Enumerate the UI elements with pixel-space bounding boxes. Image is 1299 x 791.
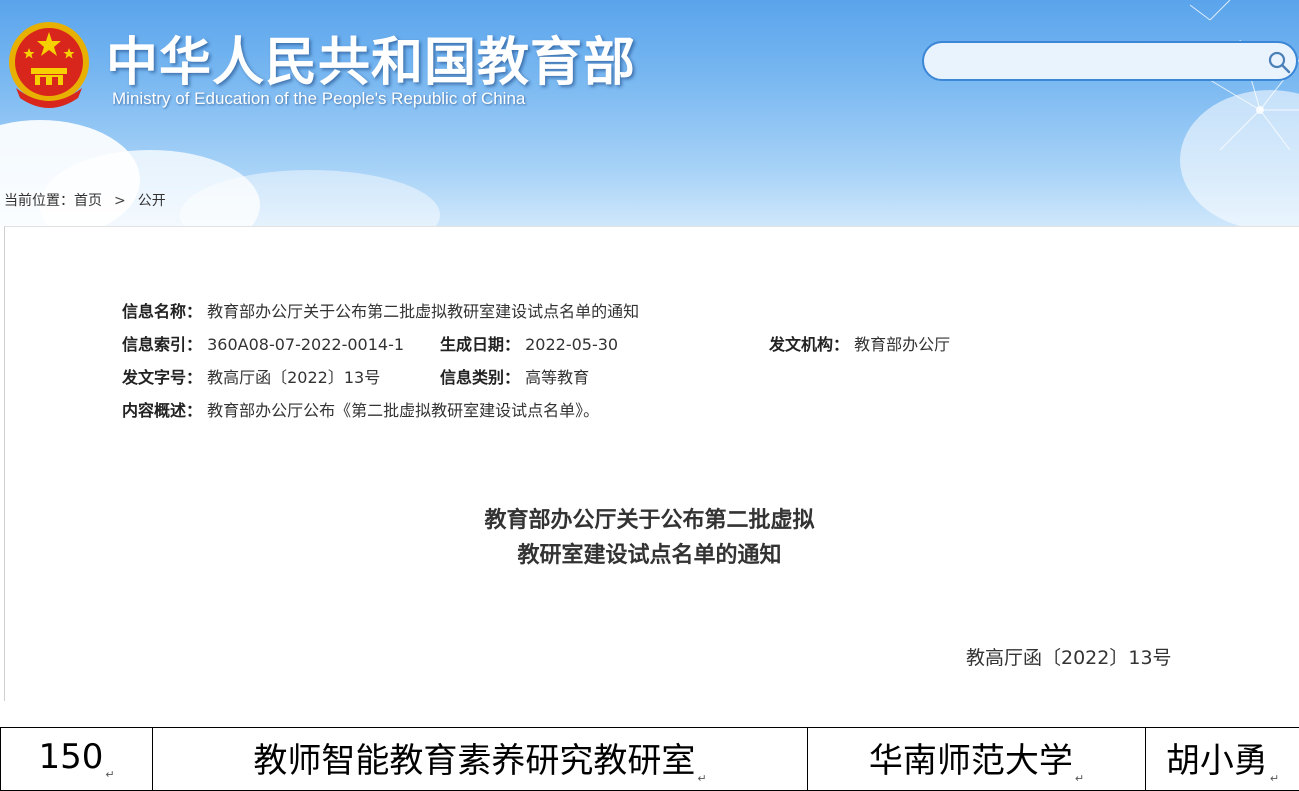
document-title-line2: 教研室建设试点名单的通知 <box>0 539 1299 573</box>
site-header-banner: 中华人民共和国教育部 Ministry of Education of the … <box>0 0 1299 226</box>
return-mark-icon: ↵ <box>697 772 706 785</box>
document-number: 教高厅函〔2022〕13号 <box>966 643 1172 670</box>
table-cell-leader: 胡小勇↵ <box>1146 728 1299 791</box>
pilot-list-table: 150↵ 教师智能教育素养研究教研室↵ 华南师范大学↵ 胡小勇↵ <box>0 727 1299 791</box>
meta-date-value: 2022-05-30 <box>525 335 618 354</box>
cell-text: 教师智能教育素养研究教研室 <box>253 741 695 781</box>
site-title[interactable]: 中华人民共和国教育部 <box>106 20 636 95</box>
meta-docno-row: 发文字号： 教高厅函〔2022〕13号 <box>122 364 380 388</box>
breadcrumb-separator-icon: > <box>114 193 126 209</box>
return-mark-icon: ↵ <box>1075 772 1084 785</box>
cell-text: 华南师范大学 <box>869 741 1073 781</box>
meta-summary-row: 内容概述： 教育部办公厅公布《第二批虚拟教研室建设试点名单》。 <box>122 397 599 421</box>
meta-index-value: 360A08-07-2022-0014-1 <box>207 335 404 354</box>
meta-date-row: 生成日期： 2022-05-30 <box>440 331 618 355</box>
meta-index-label: 信息索引： <box>122 335 202 354</box>
meta-category-row: 信息类别： 高等教育 <box>440 364 589 388</box>
meta-docno-value: 教高厅函〔2022〕13号 <box>207 368 380 387</box>
return-mark-icon: ↵ <box>1270 772 1279 785</box>
search-input[interactable] <box>938 49 1262 75</box>
meta-index-row: 信息索引： 360A08-07-2022-0014-1 <box>122 331 404 355</box>
meta-category-label: 信息类别： <box>440 368 520 387</box>
national-emblem-logo <box>4 18 94 110</box>
cell-text: 胡小勇 <box>1166 741 1268 781</box>
cell-text: 150 <box>38 737 103 777</box>
site-subtitle: Ministry of Education of the People's Re… <box>112 89 525 109</box>
table-cell-number: 150↵ <box>1 728 153 791</box>
meta-summary-label: 内容概述： <box>122 401 202 420</box>
table-row: 150↵ 教师智能教育素养研究教研室↵ 华南师范大学↵ 胡小勇↵ <box>1 728 1299 791</box>
meta-org-value: 教育部办公厅 <box>854 335 950 354</box>
meta-name-value: 教育部办公厅关于公布第二批虚拟教研室建设试点名单的通知 <box>207 302 639 321</box>
breadcrumb: 当前位置：首页 > 公开 <box>4 190 166 210</box>
meta-category-value: 高等教育 <box>525 368 589 387</box>
dandelion-decoration <box>1150 0 1299 200</box>
return-mark-icon: ↵ <box>105 768 114 781</box>
meta-org-label: 发文机构： <box>769 335 849 354</box>
meta-org-row: 发文机构： 教育部办公厅 <box>769 331 950 355</box>
table-cell-university: 华南师范大学↵ <box>808 728 1146 791</box>
meta-summary-value: 教育部办公厅公布《第二批虚拟教研室建设试点名单》。 <box>207 401 599 420</box>
breadcrumb-home-link[interactable]: 首页 <box>74 193 102 209</box>
meta-docno-label: 发文字号： <box>122 368 202 387</box>
breadcrumb-prefix: 当前位置： <box>4 193 74 209</box>
breadcrumb-public-link[interactable]: 公开 <box>138 193 166 209</box>
table-cell-office-name: 教师智能教育素养研究教研室↵ <box>153 728 808 791</box>
search-box <box>922 41 1298 81</box>
document-title-line1: 教育部办公厅关于公布第二批虚拟 <box>0 504 1299 538</box>
meta-date-label: 生成日期： <box>440 335 520 354</box>
search-icon[interactable] <box>1266 49 1292 75</box>
meta-name-row: 信息名称： 教育部办公厅关于公布第二批虚拟教研室建设试点名单的通知 <box>122 298 639 322</box>
meta-name-label: 信息名称： <box>122 302 202 321</box>
